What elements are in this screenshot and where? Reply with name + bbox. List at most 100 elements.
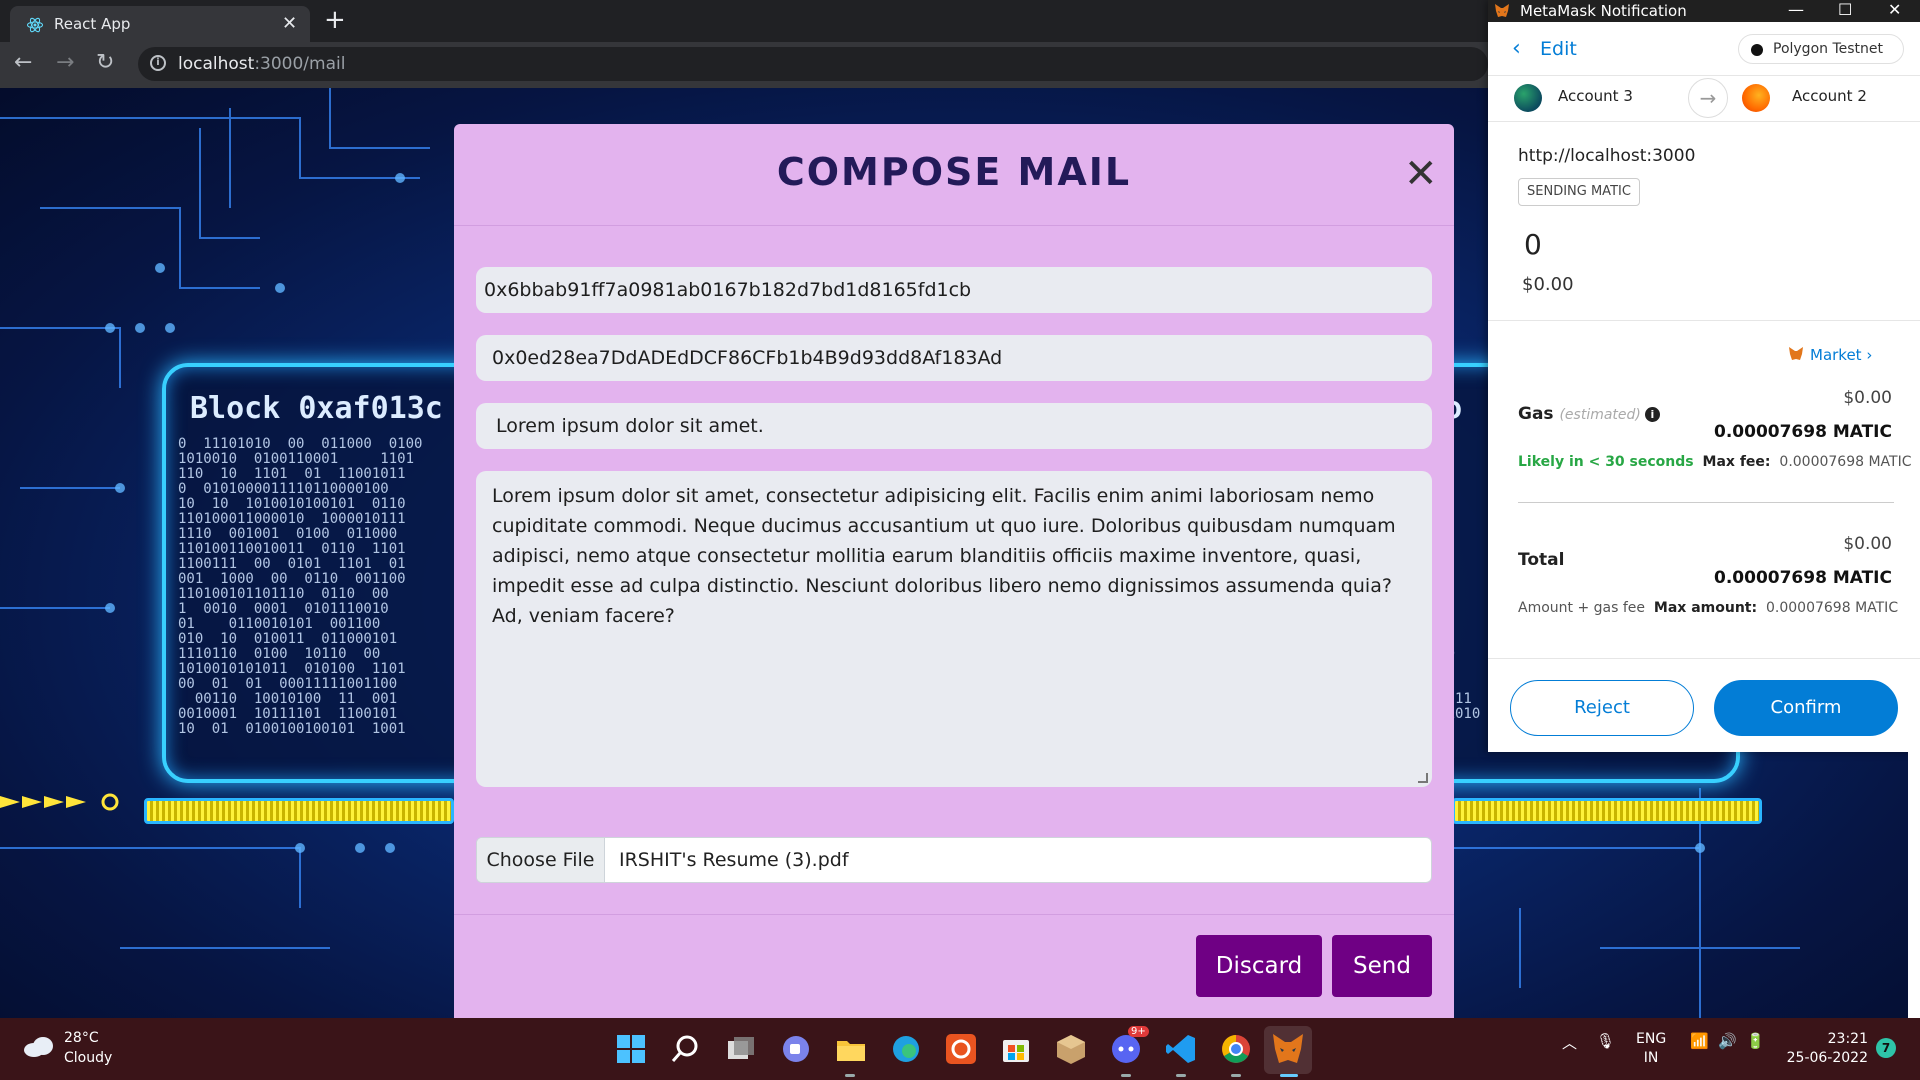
discord-badge: 9+	[1128, 1026, 1149, 1037]
running-indicator	[1231, 1074, 1241, 1077]
site-info-icon[interactable]: i	[150, 55, 166, 71]
from-account-name[interactable]: Account 3	[1558, 87, 1633, 105]
modal-footer-divider	[454, 914, 1454, 915]
compose-modal: COMPOSE MAIL ✕ 0x6bbab91ff7a0981ab0167b1…	[454, 124, 1454, 1018]
account-avatar	[1514, 84, 1542, 112]
notification-badge[interactable]: 7	[1876, 1038, 1896, 1058]
cloud-icon[interactable]	[22, 1036, 56, 1058]
network-selector[interactable]: Polygon Testnet	[1738, 34, 1904, 64]
max-amount-line: Amount + gas fee Max amount: 0.00007698 …	[1518, 600, 1899, 616]
send-button[interactable]: Send	[1332, 935, 1432, 997]
teams-chat-icon[interactable]	[778, 1031, 814, 1067]
gas-timing-line: Likely in < 30 seconds Max fee: 0.000076…	[1518, 454, 1912, 470]
network-dot-icon	[1751, 44, 1763, 56]
metamask-nav: ‹ Edit Polygon Testnet	[1488, 22, 1920, 76]
metamask-title: MetaMask Notification	[1520, 2, 1687, 20]
address-bar[interactable]: i localhost:3000/mail	[138, 47, 1488, 81]
edit-link[interactable]: Edit	[1540, 38, 1577, 60]
choose-file-button[interactable]: Choose File	[477, 838, 605, 882]
maximize-icon[interactable]: ☐	[1838, 0, 1852, 19]
transaction-type-badge: SENDING MATIC	[1518, 178, 1640, 206]
microphone-icon[interactable]: 🎙	[1596, 1032, 1615, 1050]
metamask-fox-icon	[1495, 4, 1509, 17]
file-explorer-icon[interactable]	[833, 1031, 869, 1067]
total-matic: 0.00007698 MATIC	[1714, 568, 1892, 588]
to-address-field[interactable]: 0x6bbab91ff7a0981ab0167b182d7bd1d8165fd1…	[476, 267, 1432, 313]
divider	[1488, 320, 1920, 321]
yellow-bar-right	[1452, 798, 1762, 824]
clock[interactable]: 23:21 25-06-2022	[1784, 1030, 1868, 1068]
network-label: Polygon Testnet	[1773, 41, 1884, 57]
from-address-field[interactable]: 0x0ed28ea7DdADEdDCF86CFb1b4B9d93dd8Af183…	[476, 335, 1432, 381]
chevron-left-icon[interactable]: ‹	[1512, 36, 1521, 61]
battery-icon[interactable]: 🔋	[1746, 1032, 1765, 1050]
browser-tab[interactable]: React App ✕	[10, 6, 310, 42]
forward-arrow-icon[interactable]: →	[56, 50, 74, 75]
resize-handle-icon[interactable]	[1418, 773, 1428, 783]
file-input[interactable]: Choose File IRSHIT's Resume (3).pdf	[476, 837, 1432, 883]
close-icon[interactable]: ✕	[1404, 154, 1438, 194]
vscode-icon[interactable]	[1163, 1031, 1199, 1067]
yellow-bar-left	[144, 798, 454, 824]
file-name: IRSHIT's Resume (3).pdf	[619, 849, 849, 871]
market-label: Market	[1810, 346, 1862, 364]
divider	[1488, 658, 1920, 659]
ubuntu-icon[interactable]	[943, 1031, 979, 1067]
metamask-window: MetaMask Notification — ☐ ✕ ‹ Edit Polyg…	[1488, 0, 1920, 752]
divider	[1518, 502, 1894, 503]
tab-close-icon[interactable]: ✕	[282, 13, 297, 34]
wifi-icon[interactable]: 📶	[1690, 1032, 1709, 1050]
reload-icon[interactable]: ↻	[96, 50, 114, 75]
account-transfer-row: Account 3 → Account 2	[1488, 76, 1920, 122]
back-arrow-icon[interactable]: ←	[14, 50, 32, 75]
weather-description: Cloudy	[64, 1050, 113, 1066]
gas-market-selector[interactable]: Market ›	[1788, 346, 1872, 364]
confirm-button[interactable]: Confirm	[1714, 680, 1898, 736]
subject-field[interactable]: Lorem ipsum dolor sit amet.	[476, 403, 1432, 449]
new-tab-icon[interactable]: +	[324, 5, 346, 35]
account-avatar	[1742, 84, 1770, 112]
arrow-right-icon: →	[1688, 78, 1728, 118]
window-close-icon[interactable]: ✕	[1888, 0, 1901, 19]
tab-title: React App	[54, 15, 131, 33]
gas-fiat: $0.00	[1843, 388, 1892, 408]
modal-title: COMPOSE MAIL	[776, 150, 1132, 194]
task-view-icon[interactable]	[723, 1031, 759, 1067]
request-origin: http://localhost:3000	[1518, 146, 1696, 166]
running-indicator	[1280, 1074, 1298, 1077]
running-indicator	[1176, 1074, 1186, 1077]
fox-icon	[1789, 347, 1803, 360]
discard-button[interactable]: Discard	[1196, 935, 1322, 997]
total-fiat: $0.00	[1843, 534, 1892, 554]
send-amount-fiat: $0.00	[1522, 274, 1574, 295]
chrome-icon[interactable]	[1218, 1031, 1254, 1067]
url-text: localhost:3000/mail	[178, 54, 346, 74]
microsoft-store-icon[interactable]	[998, 1031, 1034, 1067]
modal-header: COMPOSE MAIL ✕	[454, 124, 1454, 226]
windows-start-icon[interactable]	[613, 1031, 649, 1067]
edge-icon[interactable]	[888, 1031, 924, 1067]
react-icon	[26, 17, 44, 33]
metamask-titlebar: MetaMask Notification — ☐ ✕	[1488, 0, 1920, 22]
gas-matic: 0.00007698 MATIC	[1714, 422, 1892, 442]
info-icon[interactable]: i	[1644, 407, 1660, 422]
minimize-icon[interactable]: —	[1788, 0, 1804, 19]
windows-taskbar: 28°C Cloudy 9+ ︿ 🎙 ENG IN 📶 🔊 🔋 23:21 25…	[0, 1018, 1920, 1080]
running-indicator	[845, 1074, 855, 1077]
message-body-text: Lorem ipsum dolor sit amet, consectetur …	[492, 485, 1396, 627]
total-label: Total	[1518, 550, 1565, 570]
page-scrollbar[interactable]	[1908, 752, 1920, 1018]
metamask-taskbar-icon[interactable]	[1270, 1031, 1306, 1067]
weather-temperature: 28°C	[64, 1030, 99, 1046]
reject-button[interactable]: Reject	[1510, 680, 1694, 736]
block-title-left: Block 0xaf013c	[190, 391, 443, 426]
search-icon[interactable]	[668, 1031, 704, 1067]
running-indicator	[1121, 1074, 1131, 1077]
virtualbox-icon[interactable]	[1053, 1031, 1089, 1067]
volume-icon[interactable]: 🔊	[1718, 1032, 1737, 1050]
chevron-up-icon[interactable]: ︿	[1562, 1032, 1577, 1053]
language-indicator[interactable]: ENG IN	[1636, 1030, 1666, 1068]
to-account-name[interactable]: Account 2	[1792, 87, 1867, 105]
gas-row-label: Gas (estimated) i	[1518, 404, 1660, 424]
message-body-field[interactable]: Lorem ipsum dolor sit amet, consectetur …	[476, 471, 1432, 787]
